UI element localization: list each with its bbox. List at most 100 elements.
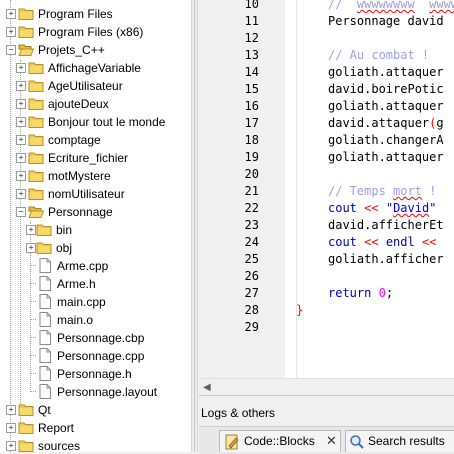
tree-item[interactable]: + Report [0, 419, 191, 437]
file-icon [37, 366, 53, 381]
tree-item-label: Arme.h [57, 277, 96, 291]
tree-item[interactable]: Personnage.cpp [0, 347, 191, 365]
file-icon [37, 276, 53, 291]
expand-icon[interactable]: + [16, 153, 26, 163]
tab-codeblocks-label: Code::Blocks [244, 434, 315, 448]
tree-connector [31, 355, 36, 356]
tree-item[interactable]: + motMystere [0, 167, 191, 185]
expand-icon[interactable]: + [16, 117, 26, 127]
expand-icon[interactable]: + [6, 9, 16, 19]
line-number: 25 [244, 252, 259, 266]
tree-item[interactable]: main.o [0, 311, 191, 329]
file-icon [37, 348, 53, 363]
editor-horizontal-scrollbar[interactable]: ◀ [199, 378, 454, 395]
tree-item[interactable]: + Bonjour tout le monde [0, 113, 191, 131]
line-number: 13 [244, 48, 259, 62]
expand-icon[interactable]: + [6, 27, 16, 37]
tree-item[interactable]: + sources [0, 437, 191, 452]
folder-icon [28, 60, 44, 75]
expand-icon[interactable]: + [16, 135, 26, 145]
line-number: 18 [244, 133, 259, 147]
expand-icon[interactable]: + [16, 99, 26, 109]
tab-search-results[interactable]: Search results [345, 430, 454, 452]
code-line: goliath.attaquer [328, 65, 444, 79]
code-line: // Au combat ! [328, 48, 430, 62]
code-line: david.boirePotic [328, 82, 444, 96]
tree-item[interactable]: + Program Files (x86) [0, 23, 191, 41]
expand-icon[interactable]: + [16, 81, 26, 91]
line-number: 19 [244, 150, 259, 164]
tree-item[interactable]: + obj [0, 239, 191, 257]
expand-icon[interactable]: + [16, 63, 26, 73]
tree-connector [31, 373, 36, 374]
tree-item-label: obj [56, 241, 73, 255]
code-editor[interactable]: 10 11 12 13 14 15 16 17 18 19 20 21 22 23 24 25 26 27 28 29… [199, 0, 454, 378]
tree-item-label: Bonjour tout le monde [48, 115, 166, 129]
expand-icon[interactable]: + [26, 243, 36, 253]
tree-item[interactable]: + comptage [0, 131, 191, 149]
line-number: 26 [244, 269, 259, 283]
tree-item-label: Arme.cpp [57, 259, 109, 273]
logs-panel: Logs & others Code::Blocks ✕ Search resu… [199, 395, 454, 454]
tree-item[interactable]: + Ecriture_fichier [0, 149, 191, 167]
expand-icon[interactable]: + [26, 225, 36, 235]
expand-icon[interactable]: + [6, 423, 16, 433]
line-number: 27 [244, 286, 259, 300]
tree-item[interactable]: Personnage.h [0, 365, 191, 383]
folder-icon [28, 114, 44, 129]
expand-icon[interactable]: + [6, 441, 16, 451]
tree-connector [31, 391, 36, 392]
line-number: 14 [244, 65, 259, 79]
project-tree[interactable]: + Program Files + Program Files (x86) − Proje… [0, 0, 191, 452]
line-number: 21 [244, 184, 259, 198]
tree-item[interactable]: Arme.h [0, 275, 191, 293]
tree-item[interactable]: Personnage.cbp [0, 329, 191, 347]
panel-splitter[interactable] [191, 0, 198, 452]
collapse-icon[interactable]: − [16, 207, 26, 217]
folder-icon [36, 222, 52, 237]
tree-item[interactable]: + nomUtilisateur [0, 185, 191, 203]
code-line: // Temps mort ! [328, 184, 437, 198]
file-icon [37, 384, 53, 399]
tree-item[interactable]: + AgeUtilisateur [0, 77, 191, 95]
code-line: Personnage david [328, 14, 444, 28]
tree-item-label: Personnage.h [57, 367, 132, 381]
tree-item[interactable]: Arme.cpp [0, 257, 191, 275]
splitter-grip [194, 0, 195, 452]
expand-icon[interactable]: + [6, 405, 16, 415]
tree-item[interactable]: − Personnage [0, 203, 191, 221]
scroll-left-icon[interactable]: ◀ [203, 382, 211, 393]
folder-icon [28, 96, 44, 111]
file-icon [37, 330, 53, 345]
tree-item-label: bin [56, 223, 73, 237]
fold-margin[interactable] [285, 0, 297, 378]
tab-codeblocks[interactable]: Code::Blocks ✕ [219, 430, 341, 452]
tree-item[interactable]: + AffichageVariable [0, 59, 191, 77]
tree-item[interactable]: + Qt [0, 401, 191, 419]
tree-item[interactable]: + bin [0, 221, 191, 239]
tree-item-label: Program Files [38, 7, 113, 21]
tree-item-label: Program Files (x86) [38, 25, 144, 39]
folder-icon [28, 78, 44, 93]
tree-item-label: main.cpp [57, 295, 106, 309]
tree-item-label: comptage [48, 133, 101, 147]
codeblocks-log-icon [225, 434, 239, 450]
line-number: 23 [244, 218, 259, 232]
tree-item-label: motMystere [48, 169, 111, 183]
close-icon[interactable]: ✕ [326, 434, 337, 449]
folder-icon [28, 132, 44, 147]
file-icon [37, 312, 53, 327]
expand-icon[interactable]: + [16, 171, 26, 181]
tree-item[interactable]: + Program Files [0, 5, 191, 23]
collapse-icon[interactable]: − [6, 45, 16, 55]
tree-item[interactable]: + ajouteDeux [0, 95, 191, 113]
folder-open-icon [18, 42, 35, 57]
expand-icon[interactable]: + [16, 189, 26, 199]
folder-icon [18, 24, 34, 39]
tree-item-label: AffichageVariable [48, 61, 141, 75]
line-number: 11 [244, 14, 259, 28]
tree-item[interactable]: − Projets_C++ [0, 41, 191, 59]
tree-item[interactable]: Personnage.layout [0, 383, 191, 401]
tree-item[interactable]: main.cpp [0, 293, 191, 311]
line-number: 10 [244, 0, 259, 11]
